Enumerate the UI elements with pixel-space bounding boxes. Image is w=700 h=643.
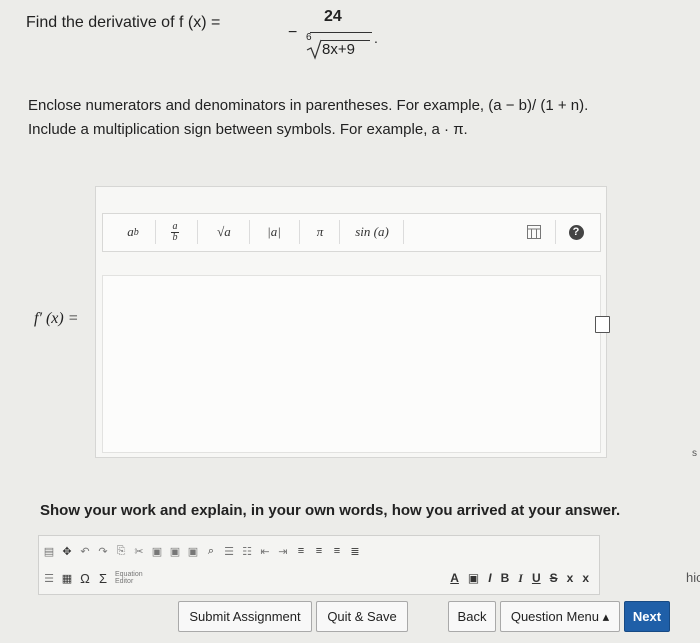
edge-text-fragment: s bbox=[692, 448, 697, 459]
document-icon[interactable] bbox=[595, 316, 610, 333]
underline-button[interactable]: U bbox=[532, 571, 541, 585]
instruction-line-1: Enclose numerators and denominators in p… bbox=[28, 97, 589, 114]
power-exponent: b bbox=[133, 226, 139, 238]
table-icon[interactable]: ▦ bbox=[61, 572, 73, 585]
instruction-line-2: Include a multiplication sign between sy… bbox=[28, 121, 468, 138]
toolbar-divider bbox=[555, 220, 556, 244]
edge-text-fragment-2: hic bbox=[686, 570, 700, 585]
fraction-num-label: a bbox=[172, 220, 178, 232]
toolbar-divider bbox=[403, 220, 404, 244]
work-prompt: Show your work and explain, in your own … bbox=[40, 502, 621, 519]
period: . bbox=[374, 30, 378, 46]
help-button[interactable]: ? bbox=[565, 220, 587, 244]
numbered-list-icon[interactable]: ☰ bbox=[223, 545, 235, 558]
absolute-value-button[interactable]: |a| bbox=[259, 220, 289, 244]
align-center-icon[interactable]: ≡ bbox=[313, 545, 325, 557]
background-color-button[interactable]: ▣ bbox=[468, 571, 479, 585]
text-color-button[interactable]: A bbox=[450, 571, 459, 585]
help-icon: ? bbox=[568, 224, 584, 240]
align-left-icon[interactable]: ≡ bbox=[295, 545, 307, 557]
answer-panel: ab a b √a |a| π sin (a) ? bbox=[95, 186, 607, 458]
question-menu-button[interactable]: Question Menu ▴ bbox=[500, 601, 620, 632]
fraction-numerator: 24 bbox=[324, 8, 342, 25]
math-toolbar: ab a b √a |a| π sin (a) ? bbox=[102, 213, 601, 252]
fraction-bar bbox=[310, 32, 372, 33]
keypad-icon bbox=[527, 225, 541, 239]
sin-button[interactable]: sin (a) bbox=[347, 220, 397, 244]
justify-icon[interactable]: ≣ bbox=[349, 545, 361, 558]
copy-icon[interactable]: ⎘ bbox=[115, 545, 127, 558]
sigma-icon[interactable]: Σ bbox=[97, 571, 109, 586]
sqrt-button[interactable]: √a bbox=[209, 220, 239, 244]
fraction-den-label: b bbox=[172, 231, 178, 243]
bold-button[interactable]: B bbox=[501, 571, 510, 585]
bullet-list-icon[interactable]: ☷ bbox=[241, 545, 253, 558]
paste-text-icon[interactable]: ▣ bbox=[169, 545, 181, 558]
editor-toolbar-row-1: ▤ ✥ ↶ ↷ ⎘ ✂ ▣ ▣ ▣ ⌕ ☰ ☷ ⇤ ⇥ ≡ ≡ ≡ ≣ bbox=[43, 540, 361, 562]
fullscreen-icon[interactable]: ✥ bbox=[61, 545, 73, 558]
answer-input[interactable] bbox=[102, 275, 601, 453]
strikethrough-button[interactable]: S bbox=[550, 571, 558, 585]
remove-format-button[interactable]: I bbox=[488, 571, 491, 585]
toolbar-divider bbox=[155, 220, 156, 244]
paste-word-icon[interactable]: ▣ bbox=[187, 545, 199, 558]
toolbar-divider bbox=[339, 220, 340, 244]
back-button[interactable]: Back bbox=[448, 601, 496, 632]
equation-editor-button[interactable]: Equation Editor bbox=[115, 571, 143, 585]
toolbar-divider bbox=[249, 220, 250, 244]
question-expression: − 24 6 8x+9 . bbox=[288, 8, 378, 60]
outdent-icon[interactable]: ⇤ bbox=[259, 545, 271, 558]
submit-assignment-button[interactable]: Submit Assignment bbox=[178, 601, 312, 632]
radical-sign-icon bbox=[306, 39, 322, 60]
indent-icon[interactable]: ⇥ bbox=[277, 545, 289, 558]
rich-text-editor-toolbar: ▤ ✥ ↶ ↷ ⎘ ✂ ▣ ▣ ▣ ⌕ ☰ ☷ ⇤ ⇥ ≡ ≡ ≡ ≣ ☰ ▦ … bbox=[38, 535, 600, 595]
editor-toolbar-row-2: ☰ ▦ Ω Σ Equation Editor bbox=[43, 567, 143, 589]
horizontal-line-icon[interactable]: ☰ bbox=[43, 572, 55, 585]
superscript-button[interactable]: x bbox=[582, 571, 589, 585]
align-right-icon[interactable]: ≡ bbox=[331, 545, 343, 557]
answer-label: f′ (x) = bbox=[34, 310, 79, 327]
pi-button[interactable]: π bbox=[307, 220, 333, 244]
redo-icon[interactable]: ↷ bbox=[97, 545, 109, 558]
keypad-button[interactable] bbox=[523, 220, 545, 244]
find-icon[interactable]: ⌕ bbox=[205, 545, 217, 558]
power-button[interactable]: ab bbox=[119, 220, 147, 244]
toolbar-divider bbox=[197, 220, 198, 244]
format-buttons: A ▣ I B I U S x x bbox=[450, 567, 589, 589]
cut-icon[interactable]: ✂ bbox=[133, 545, 145, 558]
quit-save-button[interactable]: Quit & Save bbox=[316, 601, 408, 632]
subscript-button[interactable]: x bbox=[567, 571, 574, 585]
undo-icon[interactable]: ↶ bbox=[79, 545, 91, 558]
negative-sign: − bbox=[288, 24, 298, 41]
toolbar-divider bbox=[299, 220, 300, 244]
fraction-button[interactable]: a b bbox=[161, 220, 189, 244]
source-icon[interactable]: ▤ bbox=[43, 545, 55, 558]
paste-icon[interactable]: ▣ bbox=[151, 545, 163, 558]
question-prefix: Find the derivative of f (x) = bbox=[26, 14, 221, 31]
radicand: 8x+9 bbox=[322, 41, 355, 58]
special-char-button[interactable]: Ω bbox=[79, 571, 91, 586]
next-button[interactable]: Next bbox=[624, 601, 670, 632]
italic-button[interactable]: I bbox=[518, 571, 523, 586]
